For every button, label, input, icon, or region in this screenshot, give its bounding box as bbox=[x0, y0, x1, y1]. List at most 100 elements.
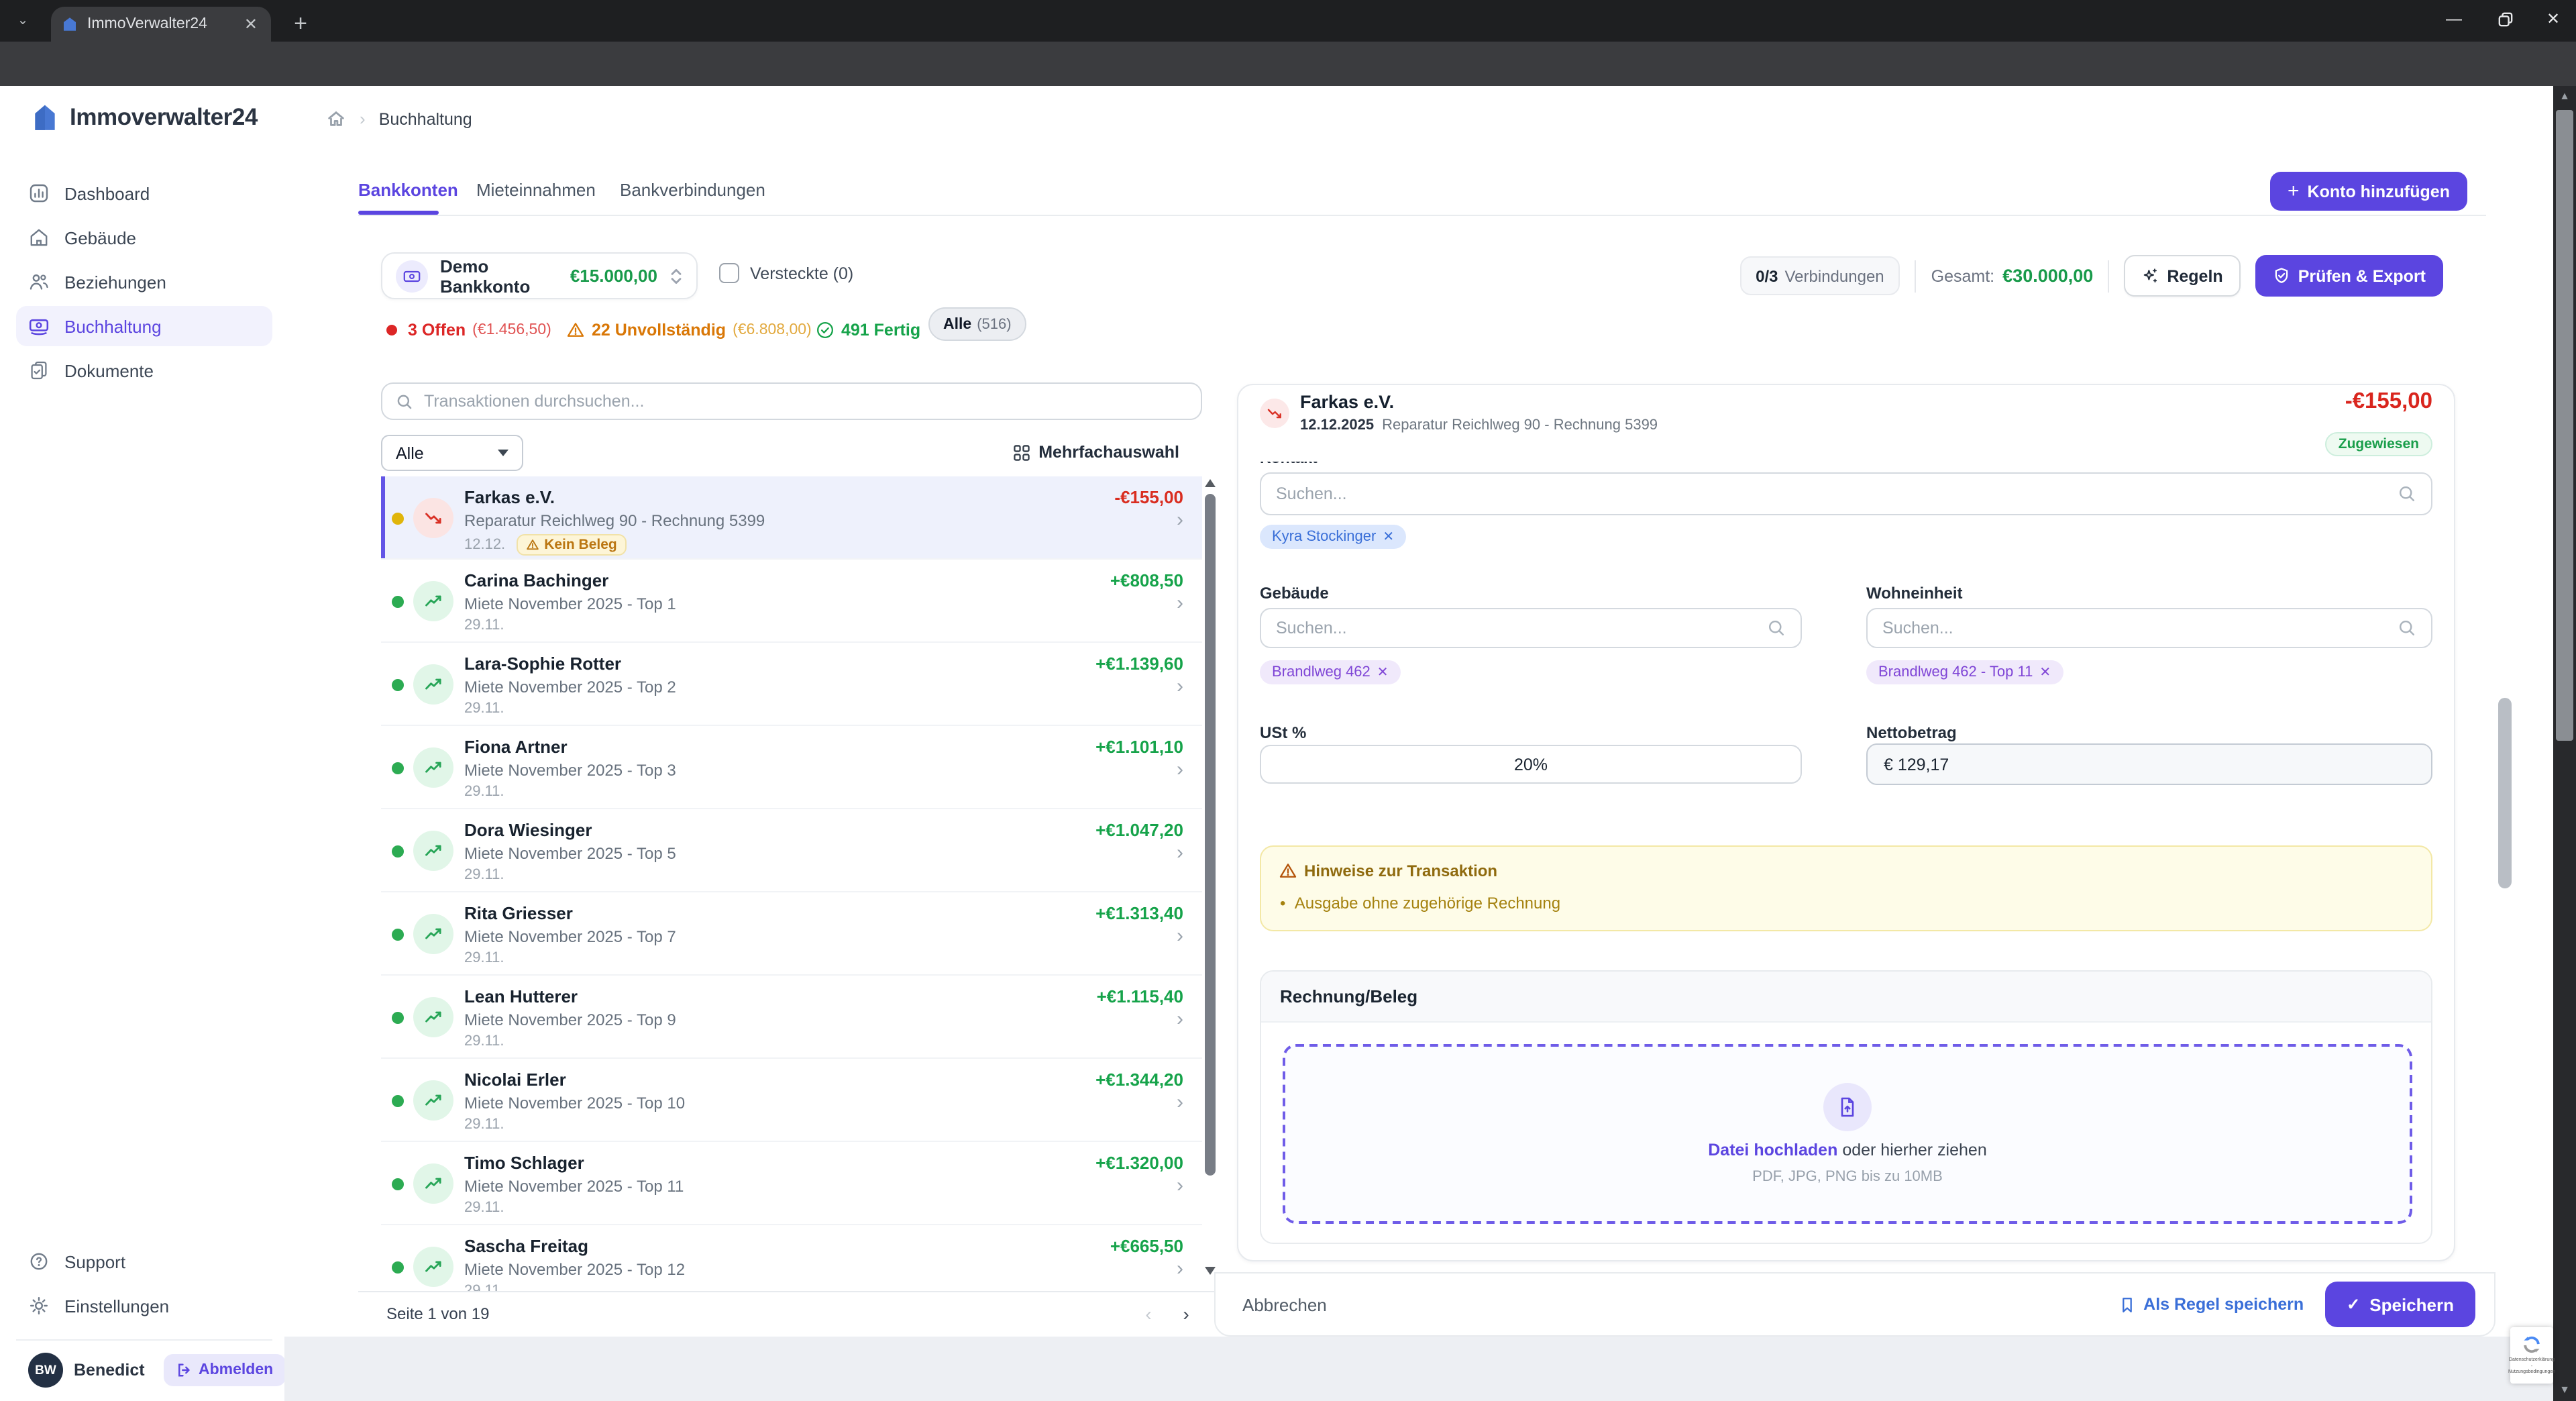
trend-icon bbox=[413, 664, 453, 705]
sidebar-item-dashboard[interactable]: Dashboard bbox=[16, 173, 272, 213]
filter-offen-amount: (€1.456,50) bbox=[472, 322, 551, 338]
app-logo[interactable]: Immoverwalter24 bbox=[30, 102, 258, 133]
cancel-button[interactable]: Abbrechen bbox=[1242, 1294, 1327, 1314]
list-scroll-up-icon[interactable] bbox=[1205, 479, 1216, 487]
account-stepper-icon[interactable] bbox=[669, 266, 683, 285]
save-button[interactable]: ✓ Speichern bbox=[2325, 1282, 2475, 1327]
transaction-row[interactable]: Lara-Sophie Rotter Miete November 2025 -… bbox=[381, 643, 1202, 726]
file-dropzone[interactable]: Datei hochladen oder hierher ziehen PDF,… bbox=[1283, 1044, 2412, 1224]
transaction-row[interactable]: Rita Griesser Miete November 2025 - Top … bbox=[381, 892, 1202, 976]
sidebar-item-dokumente[interactable]: Dokumente bbox=[16, 350, 272, 391]
upload-link[interactable]: Datei hochladen bbox=[1708, 1141, 1837, 1159]
unit-search-input[interactable] bbox=[1882, 619, 2387, 637]
browser-scrollbar-thumb[interactable] bbox=[2556, 110, 2573, 741]
chevron-right-icon: › bbox=[1177, 592, 1183, 615]
browser-tab[interactable]: ImmoVerwalter24 ✕ bbox=[51, 7, 271, 42]
sidebar-item-gebaeude[interactable]: Gebäude bbox=[16, 217, 272, 258]
transaction-name: Farkas e.V. bbox=[464, 487, 555, 507]
status-dot-icon bbox=[392, 929, 404, 941]
user-avatar[interactable]: BW bbox=[28, 1353, 63, 1388]
hidden-accounts-label: Versteckte (0) bbox=[750, 264, 853, 282]
remove-tag-icon[interactable]: ✕ bbox=[2039, 665, 2051, 680]
unit-tag[interactable]: Brandlweg 462 - Top 11 ✕ bbox=[1866, 660, 2063, 684]
vat-label: USt % bbox=[1260, 723, 1306, 742]
transaction-row[interactable]: Farkas e.V. Reparatur Reichlweg 90 - Rec… bbox=[381, 476, 1202, 560]
filter-fertig-label: 491 Fertig bbox=[841, 321, 920, 340]
transaction-meta: 29.11. bbox=[464, 784, 504, 800]
page-prev-button[interactable]: ‹ bbox=[1134, 1299, 1163, 1329]
window-restore-button[interactable] bbox=[2482, 0, 2528, 38]
transaction-row[interactable]: Nicolai Erler Miete November 2025 - Top … bbox=[381, 1059, 1202, 1142]
page-next-button[interactable]: › bbox=[1171, 1299, 1201, 1329]
page-indicator: Seite 1 von 19 bbox=[386, 1304, 489, 1323]
filter-offen[interactable]: 3 Offen (€1.456,50) bbox=[386, 321, 551, 340]
sidebar-item-einstellungen[interactable]: Einstellungen bbox=[16, 1286, 272, 1326]
logout-button[interactable]: Abmelden bbox=[164, 1354, 285, 1386]
net-amount-input[interactable] bbox=[1884, 755, 2415, 774]
trend-icon bbox=[413, 997, 453, 1037]
pagination-bar: Seite 1 von 19 ‹ › bbox=[358, 1291, 1216, 1334]
vat-select[interactable]: 20% bbox=[1260, 745, 1802, 784]
trend-icon bbox=[413, 1247, 453, 1287]
transaction-row[interactable]: Carina Bachinger Miete November 2025 - T… bbox=[381, 560, 1202, 643]
window-minimize-button[interactable]: — bbox=[2431, 0, 2477, 38]
rules-button[interactable]: Regeln bbox=[2124, 255, 2240, 297]
scroll-down-icon[interactable]: ▼ bbox=[2559, 1384, 2571, 1397]
multiselect-toggle[interactable]: Mehrfachauswahl bbox=[1013, 443, 1179, 462]
scroll-up-icon[interactable]: ▲ bbox=[2559, 90, 2571, 103]
filter-select[interactable]: Alle bbox=[381, 435, 523, 471]
browser-scrollbar[interactable]: ▲ ▼ bbox=[2553, 86, 2576, 1401]
filter-unvollstaendig[interactable]: 22 Unvollständig (€6.808,00) bbox=[566, 321, 812, 340]
sidebar-item-beziehungen[interactable]: Beziehungen bbox=[16, 262, 272, 302]
unit-search-field[interactable] bbox=[1866, 608, 2432, 648]
tab-bankverbindungen[interactable]: Bankverbindungen bbox=[620, 180, 765, 200]
transaction-name: Fiona Artner bbox=[464, 737, 568, 757]
transaction-search[interactable] bbox=[381, 382, 1202, 420]
transaction-row[interactable]: Timo Schlager Miete November 2025 - Top … bbox=[381, 1142, 1202, 1225]
hidden-accounts-checkbox[interactable]: Versteckte (0) bbox=[719, 263, 853, 283]
transaction-date: 29.11. bbox=[464, 1117, 504, 1133]
building-tag[interactable]: Brandlweg 462 ✕ bbox=[1260, 660, 1401, 684]
new-tab-button[interactable]: + bbox=[284, 8, 317, 40]
check-export-label: Prüfen & Export bbox=[2298, 266, 2426, 285]
sidebar-item-support[interactable]: Support bbox=[16, 1241, 272, 1282]
net-amount-field[interactable] bbox=[1866, 743, 2432, 785]
tab-close-icon[interactable]: ✕ bbox=[241, 16, 260, 32]
panel-scrollbar[interactable] bbox=[2498, 698, 2512, 888]
save-as-rule-button[interactable]: Als Regel speichern bbox=[2118, 1295, 2304, 1314]
transaction-amount: +€1.115,40 bbox=[1097, 986, 1183, 1006]
transaction-row[interactable]: Lean Hutterer Miete November 2025 - Top … bbox=[381, 976, 1202, 1059]
upload-icon-circle bbox=[1823, 1083, 1872, 1131]
tab-bankkonten[interactable]: Bankkonten bbox=[358, 180, 458, 200]
home-icon[interactable] bbox=[326, 109, 346, 129]
unit-tag-label: Brandlweg 462 - Top 11 bbox=[1878, 664, 2033, 680]
recaptcha-badge[interactable]: Datenschutzerklärung - Nutzungsbedingung… bbox=[2510, 1327, 2553, 1384]
tab-search-chevron-icon[interactable]: ⌄ bbox=[11, 11, 35, 32]
filter-alle[interactable]: Alle (516) bbox=[928, 307, 1026, 341]
contact-search-field[interactable] bbox=[1260, 472, 2432, 515]
checkbox-icon[interactable] bbox=[719, 263, 739, 283]
check-export-button[interactable]: Prüfen & Export bbox=[2255, 255, 2443, 297]
remove-tag-icon[interactable]: ✕ bbox=[1377, 665, 1389, 680]
contact-search-input[interactable] bbox=[1276, 484, 2387, 503]
transaction-search-input[interactable] bbox=[424, 392, 1187, 411]
list-scrollbar[interactable] bbox=[1205, 494, 1216, 1176]
add-account-button[interactable]: + Konto hinzufügen bbox=[2270, 172, 2467, 211]
building-search-input[interactable] bbox=[1276, 619, 1756, 637]
transaction-row[interactable]: Fiona Artner Miete November 2025 - Top 3… bbox=[381, 726, 1202, 809]
bank-account-selector[interactable]: Demo Bankkonto €15.000,00 bbox=[381, 252, 698, 299]
building-search-field[interactable] bbox=[1260, 608, 1802, 648]
dashboard-icon bbox=[28, 183, 50, 204]
remove-tag-icon[interactable]: ✕ bbox=[1383, 529, 1394, 544]
browser-toolbar: immoverwalter24.at Gast ⋮ bbox=[0, 42, 2576, 86]
transaction-row[interactable]: Sascha Freitag Miete November 2025 - Top… bbox=[381, 1225, 1202, 1291]
transaction-date: 29.11. bbox=[464, 950, 504, 966]
tab-mieteinnahmen[interactable]: Mieteinnahmen bbox=[476, 180, 596, 200]
window-close-button[interactable]: ✕ bbox=[2530, 0, 2576, 38]
transaction-row[interactable]: Dora Wiesinger Miete November 2025 - Top… bbox=[381, 809, 1202, 892]
sidebar-item-buchhaltung[interactable]: Buchhaltung bbox=[16, 306, 272, 346]
contact-tag[interactable]: Kyra Stockinger ✕ bbox=[1260, 525, 1406, 549]
notice-item: • Ausgabe ohne zugehörige Rechnung bbox=[1280, 894, 1560, 913]
filter-fertig[interactable]: 491 Fertig bbox=[816, 321, 920, 340]
transaction-meta: 29.11. bbox=[464, 1033, 504, 1049]
